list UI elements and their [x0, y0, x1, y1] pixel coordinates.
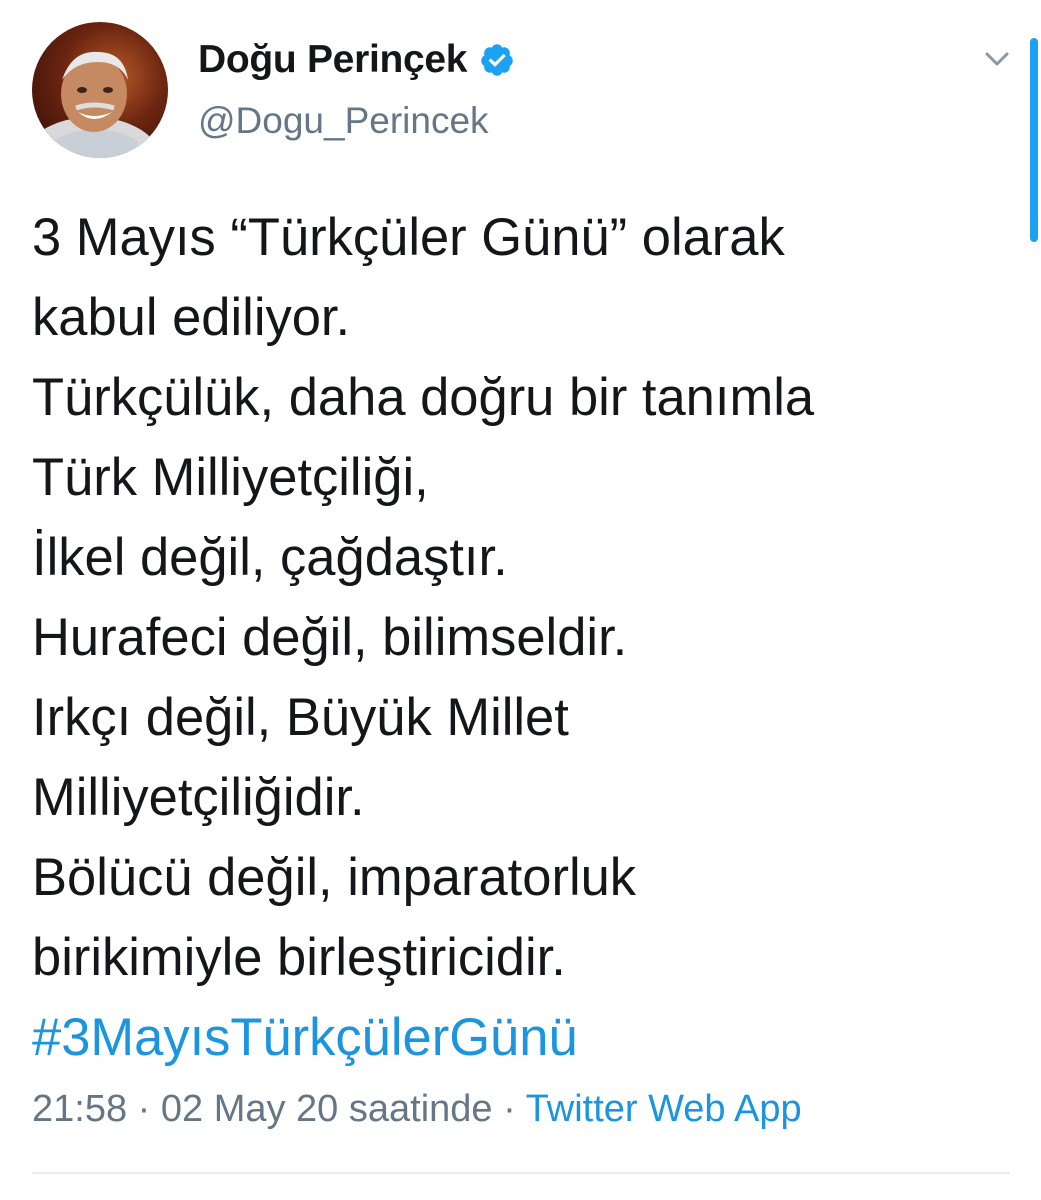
avatar-photo-icon [32, 51, 162, 158]
tweet-line: Milliyetçiliğidir. [32, 768, 365, 827]
tweet-line: Türk Milliyetçiliği, [32, 448, 429, 507]
meta-separator: · [492, 1088, 526, 1130]
tweet-time[interactable]: 21:58 [32, 1088, 127, 1130]
tweet-line: Türkçülük, daha doğru bir tanımla [32, 368, 815, 427]
avatar[interactable] [32, 22, 168, 158]
hashtag-link[interactable]: #3MayısTürkçülerGünü [32, 998, 1012, 1078]
tweet-line: Hurafeci değil, bilimseldir. [32, 608, 628, 667]
author-name-row[interactable]: Doğu Perinçek [198, 36, 515, 84]
tweet-line: kabul ediliyor. [32, 288, 351, 347]
source-app-link[interactable]: Twitter Web App [526, 1088, 802, 1130]
divider [32, 1172, 1010, 1174]
tweet-card: Doğu Perinçek @Dogu_Perincek 3 Mayıs “Tü… [0, 0, 1041, 1200]
author-handle[interactable]: @Dogu_Perincek [198, 100, 489, 142]
display-name[interactable]: Doğu Perinçek [198, 38, 467, 82]
tweet-line: İlkel değil, çağdaştır. [32, 528, 508, 587]
tweet-line: Bölücü değil, imparatorluk [32, 848, 637, 907]
tweet-line: 3 Mayıs “Türkçüler Günü” olarak [32, 208, 785, 267]
tweet-text: 3 Mayıs “Türkçüler Günü” olarak kabul ed… [32, 198, 1012, 1078]
chevron-down-icon[interactable] [980, 42, 1014, 76]
tweet-date[interactable]: 02 May 20 saatinde [161, 1088, 493, 1130]
tweet-line: birikimiyle birleştiricidir. [32, 928, 566, 987]
tweet-line: Irkçı değil, Büyük Millet [32, 688, 569, 747]
meta-separator: · [127, 1088, 161, 1130]
tweet-meta: 21:58 · 02 May 20 saatinde · Twitter Web… [32, 1088, 802, 1131]
verified-badge-icon [479, 42, 515, 78]
scrollbar[interactable] [1030, 38, 1038, 242]
